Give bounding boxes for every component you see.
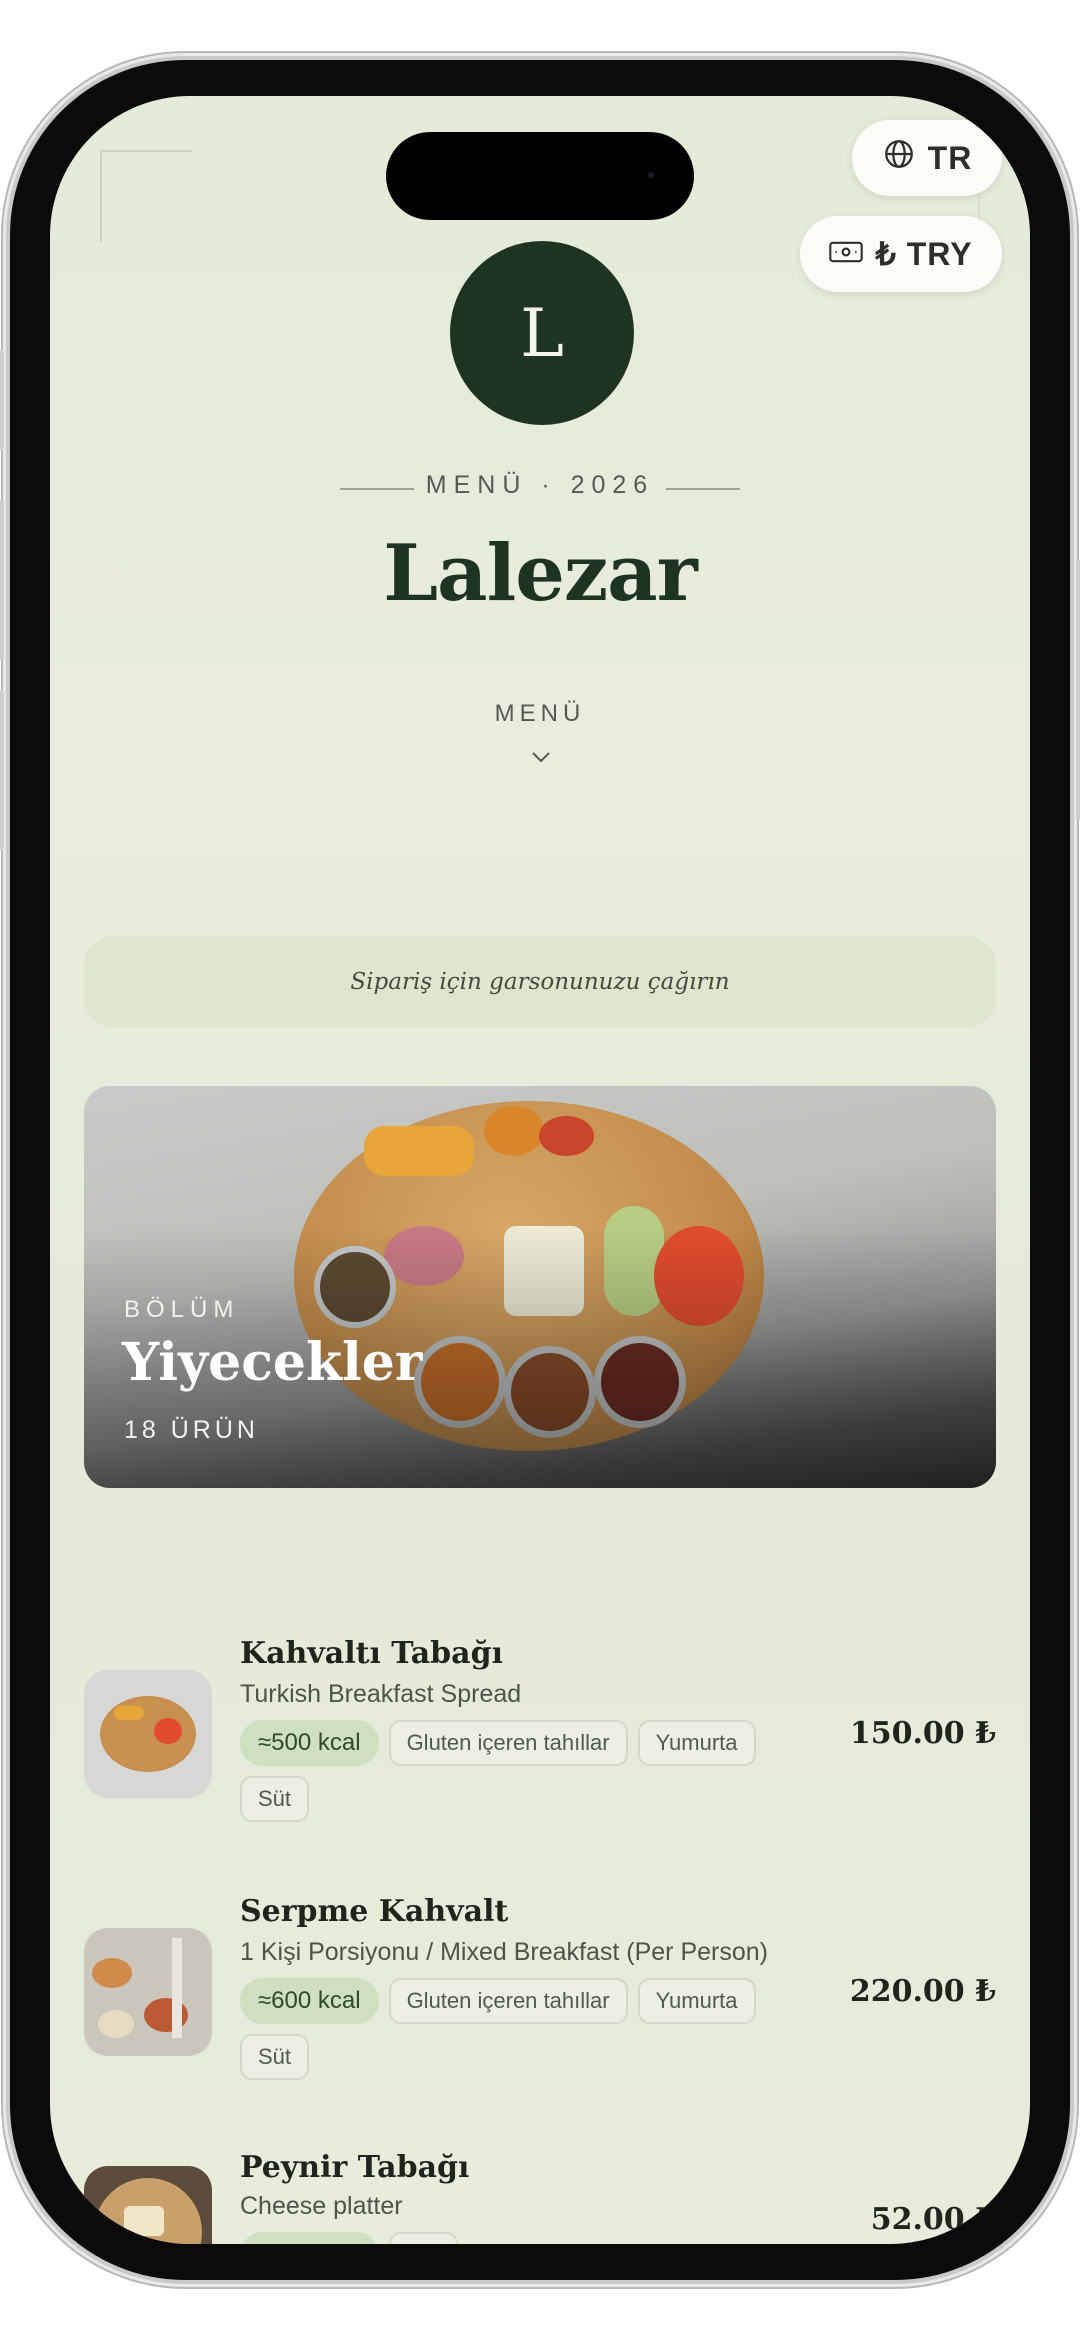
item-thumbnail <box>84 1928 212 2056</box>
dynamic-island <box>386 132 694 220</box>
restaurant-title: Lalezar <box>383 528 698 619</box>
phone-frame: TR ₺ TRY L MENÜ · 2026 Lalezar MENÜ Sipa… <box>0 60 1080 2280</box>
logo-letter: L <box>520 294 564 372</box>
section-title: Yiyecekler <box>122 1332 423 1393</box>
section-item-count: 18 ÜRÜN <box>124 1416 259 1444</box>
kcal-badge: ≈300 kcal <box>240 2232 379 2244</box>
app-screen: TR ₺ TRY L MENÜ · 2026 Lalezar MENÜ Sipa… <box>50 96 1030 2244</box>
item-description: 1 Kişi Porsiyonu / Mixed Breakfast (Per … <box>240 1938 768 1966</box>
section-kicker: BÖLÜM <box>124 1296 240 1323</box>
currency-label: ₺ TRY <box>875 236 973 272</box>
kcal-badge: ≈600 kcal <box>240 1978 379 2024</box>
item-price: 52.00 ₺ <box>870 2202 996 2237</box>
restaurant-logo: L <box>450 241 634 425</box>
power-button <box>1076 560 1080 820</box>
kcal-badge: ≈500 kcal <box>240 1720 379 1766</box>
language-label: TR <box>927 139 973 176</box>
section-card-yiyecekler[interactable]: BÖLÜM Yiyecekler 18 ÜRÜN <box>84 1086 996 1488</box>
item-price: 220.00 ₺ <box>849 1974 996 2009</box>
item-name: Kahvaltı Tabağı <box>240 1636 503 1671</box>
volume-up-button <box>0 500 4 660</box>
allergen-tag: Yumurta <box>637 1978 756 2024</box>
globe-icon <box>882 137 916 179</box>
eyebrow-divider-right <box>666 488 740 490</box>
item-description: Turkish Breakfast Spread <box>240 1680 522 1708</box>
item-tags: ≈300 kcal Süt <box>240 2232 810 2244</box>
allergen-tag: Süt <box>388 2232 458 2244</box>
allergen-tag: Gluten içeren tahıllar <box>388 1720 628 1766</box>
menu-item[interactable]: Serpme Kahvalt 1 Kişi Porsiyonu / Mixed … <box>84 1846 996 2080</box>
menu-scroll-label[interactable]: MENÜ <box>50 700 1030 728</box>
allergen-tag: Yumurta <box>637 1720 756 1766</box>
item-name: Peynir Tabağı <box>240 2150 470 2185</box>
menu-year-eyebrow: MENÜ · 2026 <box>425 471 655 499</box>
waiter-notice: Sipariş için garsonunuzu çağırın <box>84 936 996 1028</box>
item-thumbnail <box>84 1670 212 1798</box>
allergen-tag: Süt <box>240 1776 310 1822</box>
decorative-corner <box>100 150 192 242</box>
item-tags: ≈500 kcal Gluten içeren tahıllar Yumurta… <box>240 1720 810 1822</box>
allergen-tag: Süt <box>240 2034 310 2080</box>
banknote-icon <box>829 236 864 273</box>
item-description: Cheese platter <box>240 2192 403 2220</box>
item-name: Serpme Kahvalt <box>240 1894 509 1929</box>
waiter-notice-text: Sipariş için garsonunuzu çağırın <box>350 969 730 995</box>
volume-down-button <box>0 690 4 850</box>
item-tags: ≈600 kcal Gluten içeren tahıllar Yumurta… <box>240 1978 810 2080</box>
mute-switch <box>0 350 4 450</box>
menu-item[interactable]: Peynir Tabağı Cheese platter ≈300 kcal S… <box>84 2104 996 2244</box>
item-thumbnail <box>84 2166 212 2244</box>
allergen-tag: Gluten içeren tahıllar <box>388 1978 628 2024</box>
menu-item[interactable]: Kahvaltı Tabağı Turkish Breakfast Spread… <box>84 1588 996 1822</box>
item-price: 150.00 ₺ <box>849 1716 996 1751</box>
language-selector[interactable]: TR <box>852 120 1002 196</box>
currency-selector[interactable]: ₺ TRY <box>800 216 1002 292</box>
chevron-down-icon[interactable] <box>530 746 552 768</box>
